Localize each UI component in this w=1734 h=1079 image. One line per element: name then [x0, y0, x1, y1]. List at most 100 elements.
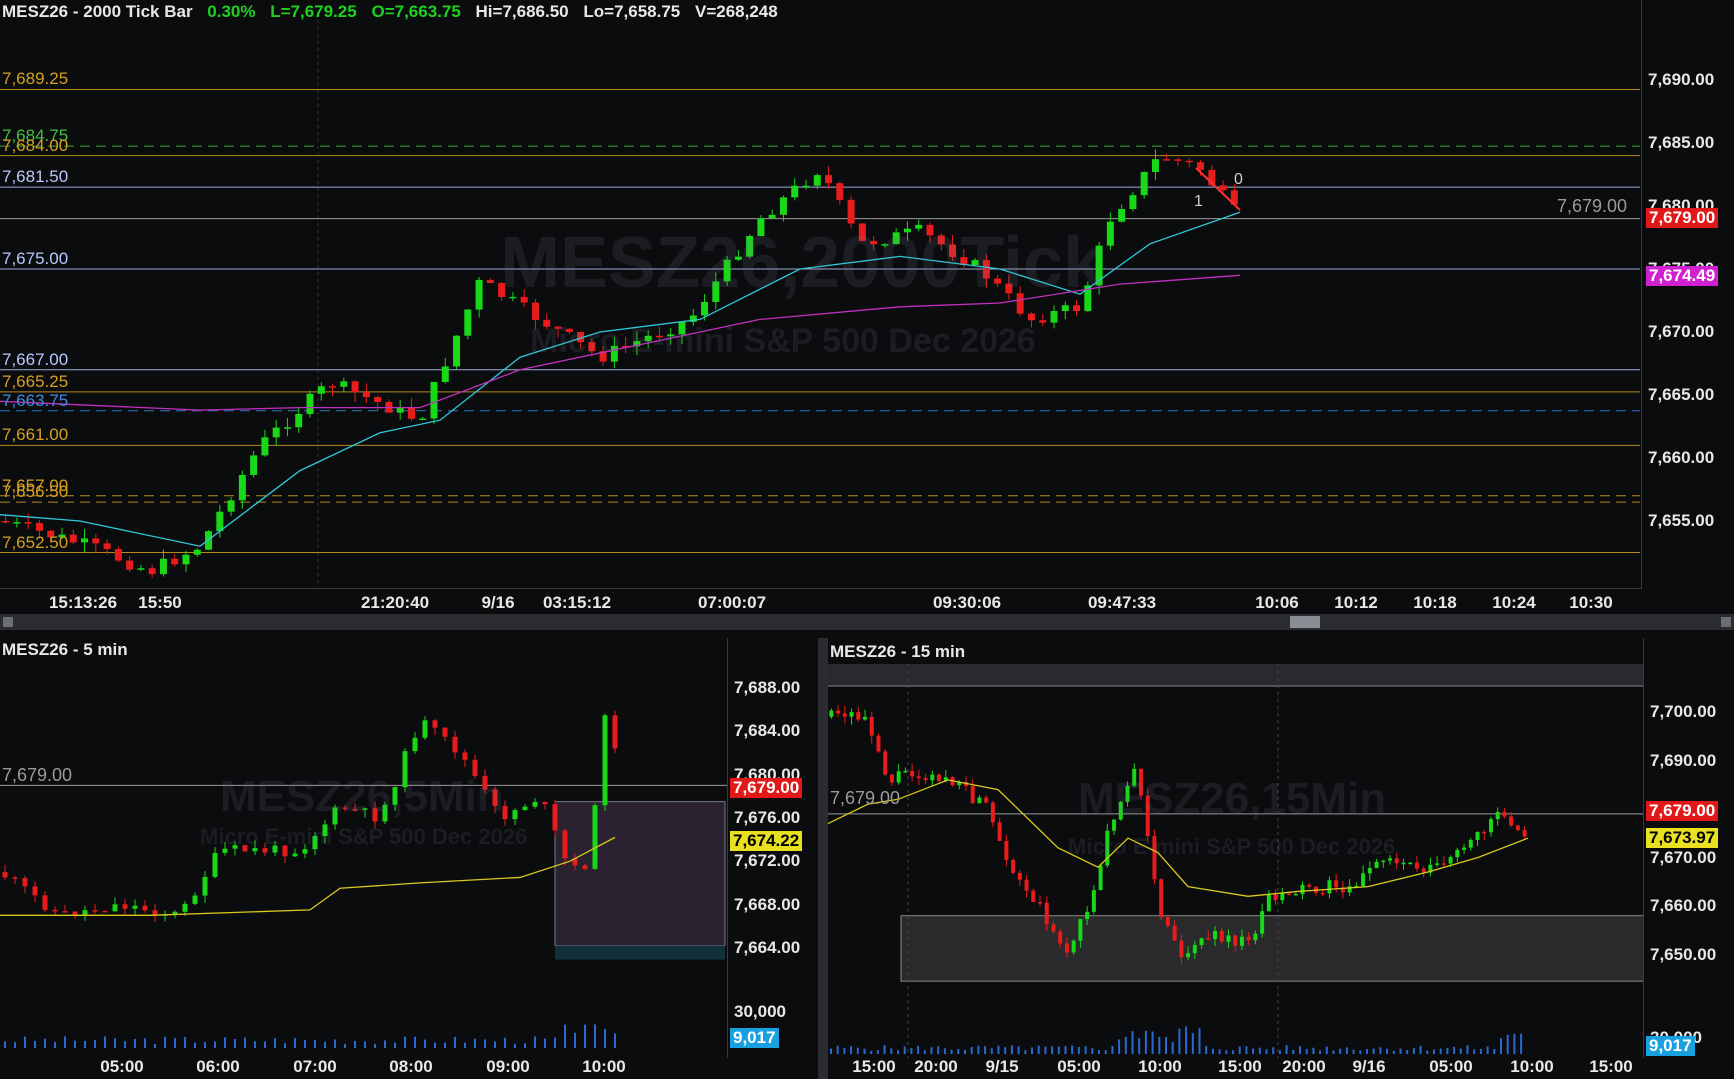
volume-bar	[876, 1050, 879, 1054]
volume-bar	[1372, 1048, 1375, 1054]
candle-body	[1031, 890, 1036, 903]
candle-body	[292, 853, 298, 857]
candle-body	[1044, 902, 1049, 925]
candle-body	[612, 715, 618, 749]
price-tick-label: 7,676.00	[734, 807, 801, 827]
fifteen-min-time-axis[interactable]: 15:00 20:00 9/15 05:00 10:00 15:00 20:00 9/16 05…	[828, 1057, 1644, 1079]
candle-body	[1509, 816, 1514, 826]
fifteen-min-chart-panel[interactable]: MESZ26,15Min Micro E-mini S&P 500 Dec 20…	[828, 638, 1734, 1079]
volume-bar	[1285, 1045, 1288, 1054]
volume-bar	[1178, 1028, 1181, 1054]
main-chart-panel[interactable]: 01 MESZ26,2000Tick Micro E-mini S&P 500 …	[0, 0, 1734, 612]
fifteen-min-price-axis[interactable]: 7,700.007,690.007,680.007,670.007,660.00…	[1643, 638, 1734, 1058]
pane-splitter[interactable]	[818, 638, 828, 1079]
candle-body	[42, 895, 48, 910]
level-label: 7,661.00	[2, 425, 69, 445]
volume-bar	[883, 1045, 886, 1054]
volume-bar	[1325, 1046, 1328, 1054]
five-min-watermark-subtitle: Micro E-mini S&P 500 Dec 2026	[200, 824, 528, 849]
price-tick-label: 7,660.00	[1650, 896, 1717, 915]
candle-body	[1199, 938, 1204, 945]
volume-bar	[943, 1048, 946, 1054]
volume-bar	[1466, 1045, 1469, 1054]
main-symbol: MESZ26 - 2000 Tick Bar	[2, 2, 193, 21]
volume-bar	[1433, 1049, 1435, 1054]
candle-body	[1219, 930, 1224, 942]
candle-body	[1367, 867, 1372, 874]
volume-bar	[594, 1024, 596, 1048]
candle-body	[351, 381, 359, 393]
candle-body	[1320, 892, 1325, 895]
candle-body	[1038, 902, 1043, 904]
time-tick-label: 21:20:40	[360, 593, 430, 612]
volume-bar	[1191, 1033, 1194, 1054]
volume-bar	[1278, 1050, 1281, 1054]
candle-body	[1266, 894, 1271, 912]
candle-body	[24, 522, 32, 524]
time-tick-label: 09:47:33	[1087, 593, 1157, 612]
volume-bar	[334, 1039, 336, 1048]
five-min-time-axis[interactable]: 05:00 06:00 07:00 08:00 09:00 10:00	[0, 1057, 728, 1079]
volume-bar	[44, 1038, 46, 1048]
time-tick-label: 10:30	[1569, 593, 1613, 612]
five-min-chart-panel[interactable]: MESZ26,5Min Micro E-mini S&P 500 Dec 202…	[0, 638, 818, 1079]
candle-body	[997, 822, 1002, 841]
volume-bar	[1245, 1046, 1248, 1054]
candle-body	[531, 302, 539, 320]
candle-body	[869, 716, 874, 736]
volume-bar	[404, 1036, 406, 1048]
candle-body	[1151, 159, 1159, 172]
time-tick-label: 15:00	[852, 1057, 896, 1076]
main-chart-plot[interactable]: 01	[0, 0, 1642, 612]
volume-bar	[1486, 1046, 1489, 1054]
candle-body	[122, 904, 128, 909]
volume-bar	[1412, 1047, 1415, 1054]
volume-bar	[863, 1048, 866, 1054]
candle-body	[1475, 831, 1480, 841]
fifteen-min-title: MESZ26 - 15 min	[830, 642, 966, 661]
volume-bar	[1017, 1046, 1020, 1054]
candle-body	[1206, 938, 1211, 940]
volume-bar	[1332, 1050, 1335, 1054]
five-min-chart-plot[interactable]	[0, 638, 728, 1079]
candle-body	[193, 549, 201, 555]
time-tick-label: 15:50	[138, 593, 182, 612]
time-tick-label: 07:00:07	[697, 593, 767, 612]
volume-bar	[1198, 1028, 1201, 1054]
five-min-price-axis[interactable]: 7,688.00 7,684.00 7,680.00 7,676.00 7,672.00…	[727, 638, 818, 1058]
candle-body	[148, 568, 156, 575]
volume-bar	[1205, 1046, 1208, 1054]
volume-bar	[1158, 1037, 1161, 1054]
volume-bar	[1419, 1045, 1422, 1054]
candle-body	[329, 386, 337, 388]
candle-body	[1017, 872, 1022, 880]
candle-body	[422, 720, 428, 738]
scroll-left-arrow-icon[interactable]	[3, 617, 13, 627]
volume-bar	[374, 1043, 376, 1048]
volume-bar	[164, 1036, 166, 1048]
price-tick-label: 7,672.00	[734, 851, 801, 871]
candle-body	[1106, 221, 1114, 246]
main-price-axis[interactable]: 7,690.007,685.007,680.007,675.007,670.00…	[1641, 0, 1734, 588]
price-tick-label: 7,688.00	[734, 678, 801, 697]
volume-bar	[554, 1037, 556, 1048]
price-tick-label: 7,690.00	[1648, 70, 1715, 89]
candle-body	[582, 865, 588, 869]
scroll-right-arrow-icon[interactable]	[1721, 617, 1731, 627]
candle-body	[2, 521, 10, 523]
main-time-axis[interactable]: 15:13:26 15:50 21:20:40 9/16 03:15:12 07:00:0…	[0, 588, 1642, 612]
volume-bar	[1004, 1047, 1007, 1054]
candle-body	[1213, 930, 1218, 940]
main-horizontal-scrollbar[interactable]	[0, 614, 1734, 630]
volume-bar	[1252, 1048, 1255, 1054]
candle-body	[362, 392, 370, 398]
candle-body	[192, 895, 198, 904]
scrollbar-thumb[interactable]	[1290, 616, 1320, 628]
volume-bar	[1319, 1050, 1322, 1054]
candle-body	[1226, 935, 1231, 942]
range-box	[554, 801, 726, 947]
volume-bar	[1506, 1034, 1509, 1054]
candle-body	[1495, 811, 1500, 820]
candle-body	[552, 804, 558, 831]
volume-bar	[394, 1042, 396, 1048]
